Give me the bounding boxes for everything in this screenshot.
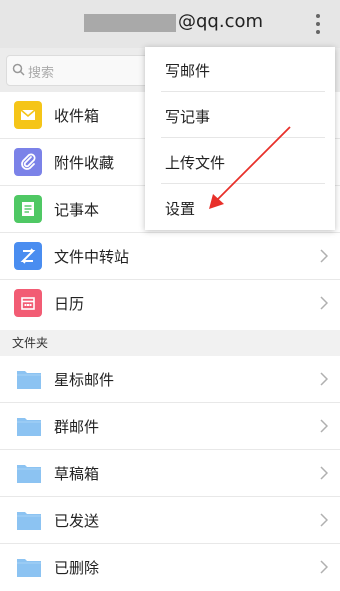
folders-section-header: 文件夹 <box>0 330 340 356</box>
folder-icon <box>17 559 41 577</box>
chevron-right-icon <box>320 513 328 527</box>
section-title: 文件夹 <box>12 336 49 350</box>
folder-label: 已发送 <box>54 512 100 530</box>
menu-item-label: 上传文件 <box>165 154 226 172</box>
folder-icon <box>17 465 41 483</box>
calendar-icon <box>14 289 42 317</box>
folder-label: 群邮件 <box>54 418 100 436</box>
top-bar: @qq.com <box>0 0 340 48</box>
inbox-icon <box>14 101 42 129</box>
more-vertical-icon[interactable] <box>310 12 326 36</box>
attachment-icon <box>14 148 42 176</box>
chevron-right-icon <box>320 419 328 433</box>
folder-label: 已删除 <box>54 559 100 577</box>
menu-item-upload-file[interactable]: 上传文件 <box>145 139 335 184</box>
list-item-label: 附件收藏 <box>54 154 115 172</box>
email-redaction <box>84 14 176 32</box>
folder-label: 星标邮件 <box>54 371 115 389</box>
menu-item-compose-mail[interactable]: 写邮件 <box>145 47 335 92</box>
list-item-label: 收件箱 <box>54 107 100 125</box>
folder-label: 草稿箱 <box>54 465 100 483</box>
overflow-menu: 写邮件 写记事 上传文件 设置 <box>145 47 335 230</box>
folder-icon <box>17 512 41 530</box>
divider <box>161 137 325 138</box>
menu-item-label: 设置 <box>165 200 196 218</box>
list-item-file-transfer[interactable]: 文件中转站 <box>0 233 340 280</box>
divider <box>161 91 325 92</box>
chevron-right-icon <box>320 296 328 310</box>
menu-item-label: 写邮件 <box>165 62 211 80</box>
list-item-calendar[interactable]: 日历 <box>0 280 340 327</box>
folder-item-drafts[interactable]: 草稿箱 <box>0 450 340 497</box>
search-icon <box>12 63 25 76</box>
menu-item-write-note[interactable]: 写记事 <box>145 93 335 138</box>
folder-item-sent[interactable]: 已发送 <box>0 497 340 544</box>
chevron-right-icon <box>320 249 328 263</box>
chevron-right-icon <box>320 466 328 480</box>
notepad-icon <box>14 195 42 223</box>
divider <box>161 183 325 184</box>
account-email-domain: @qq.com <box>178 11 264 32</box>
list-item-label: 文件中转站 <box>54 248 130 266</box>
transfer-icon <box>14 242 42 270</box>
menu-item-settings[interactable]: 设置 <box>145 185 335 230</box>
folder-item-starred[interactable]: 星标邮件 <box>0 356 340 403</box>
search-placeholder: 搜索 <box>28 66 55 81</box>
menu-item-label: 写记事 <box>165 108 211 126</box>
folder-item-group-mail[interactable]: 群邮件 <box>0 403 340 450</box>
folder-icon <box>17 371 41 389</box>
list-item-label: 日历 <box>54 295 85 313</box>
folder-icon <box>17 418 41 436</box>
chevron-right-icon <box>320 372 328 386</box>
folder-item-deleted[interactable]: 已删除 <box>0 544 340 591</box>
chevron-right-icon <box>320 560 328 574</box>
list-item-label: 记事本 <box>54 201 100 219</box>
